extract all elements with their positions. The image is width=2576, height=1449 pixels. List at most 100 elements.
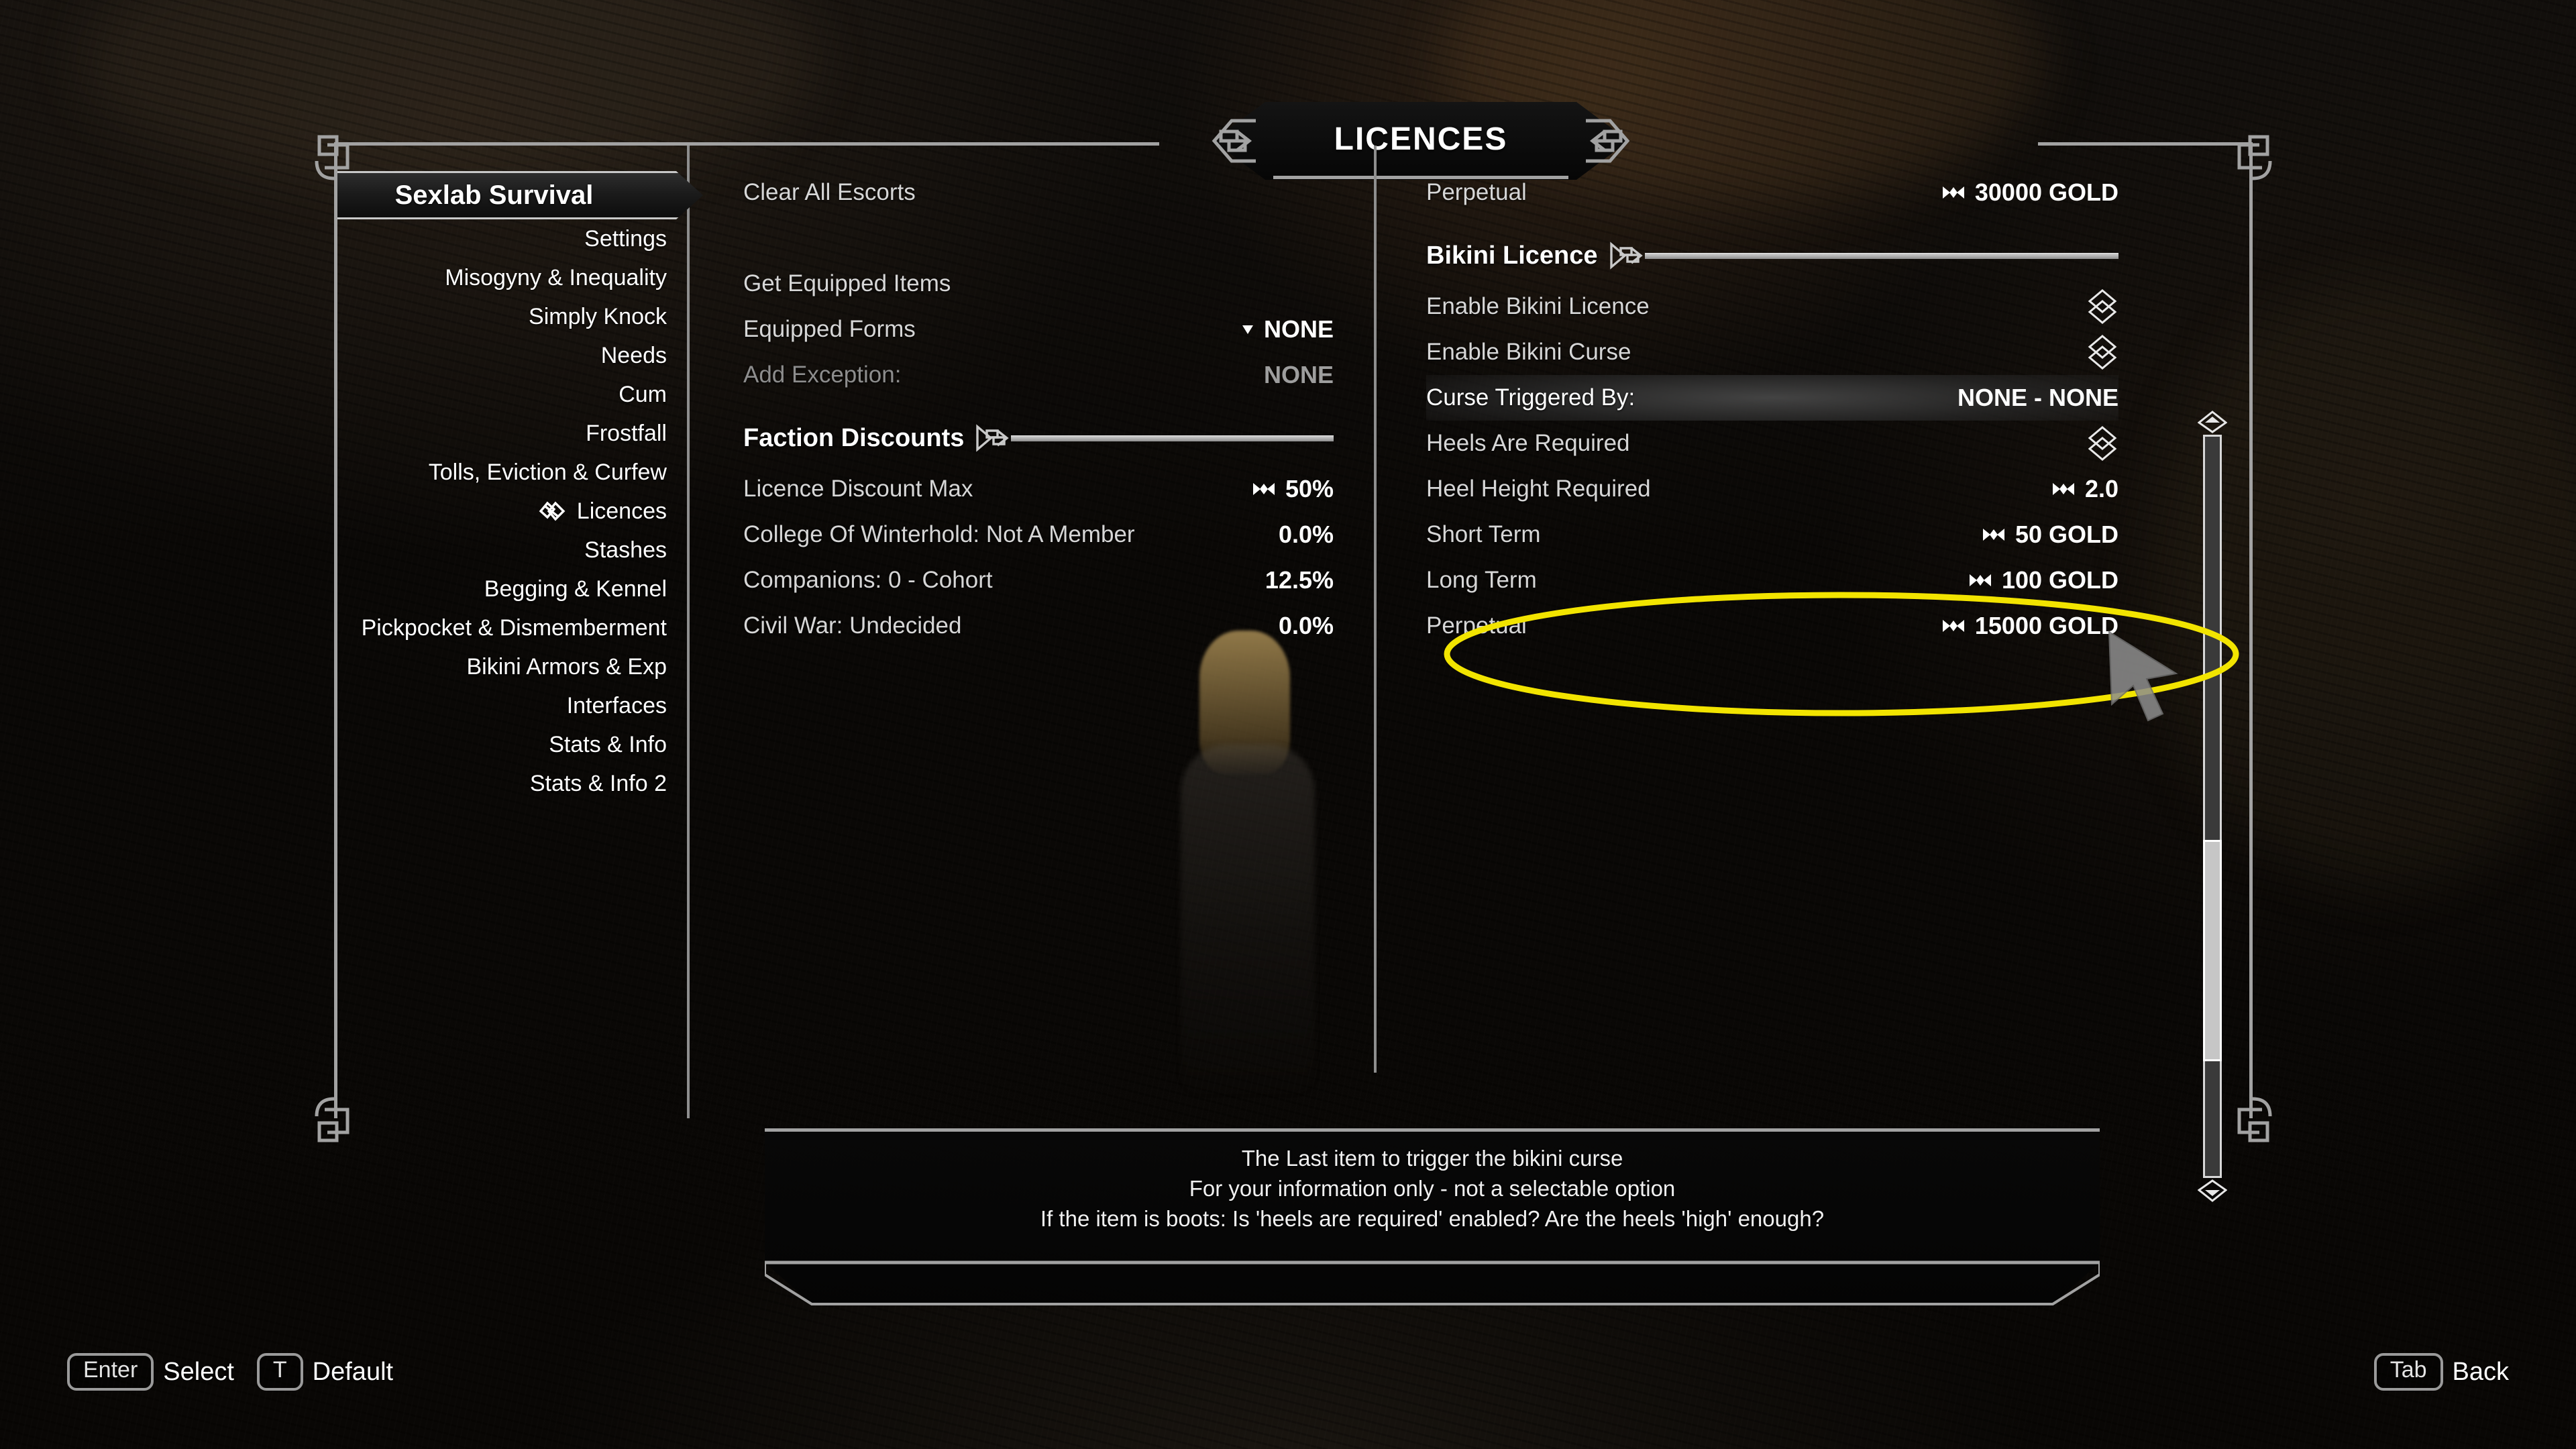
sidebar-item-label: Pickpocket & Dismemberment <box>361 615 667 641</box>
sidebar-item-simply-knock[interactable]: Simply Knock <box>337 297 690 336</box>
option-value: 30000 GOLD <box>1974 178 2118 206</box>
option-label: Add Exception: <box>743 362 902 388</box>
key-hint-default[interactable]: T Default <box>256 1353 394 1391</box>
info-line-1: The Last item to trigger the bikini curs… <box>1241 1146 1623 1171</box>
section-rule <box>975 424 1334 452</box>
option-row-enable-bikini-licence[interactable]: Enable Bikini Licence <box>1426 284 2118 329</box>
option-row-short-term[interactable]: Short Term 50 GOLD <box>1426 512 2118 557</box>
keycap-tab: Tab <box>2373 1353 2443 1391</box>
option-row-long-term[interactable]: Long Term 100 GOLD <box>1426 557 2118 603</box>
key-action-label: Default <box>312 1357 394 1386</box>
option-value: NONE - NONE <box>1957 384 2118 411</box>
option-row-curse-triggered-by[interactable]: Curse Triggered By: NONE - NONE <box>1426 375 2118 421</box>
content-scrollbar[interactable] <box>2198 411 2227 1202</box>
option-value: 0.0% <box>1278 612 1334 639</box>
slider-arrows-icon <box>1982 529 2004 541</box>
checkbox-knot-icon[interactable] <box>2086 288 2118 325</box>
option-value-group: 50% <box>1252 475 1334 503</box>
key-hint-select[interactable]: Enter Select <box>67 1353 234 1391</box>
sidebar-item-label: Needs <box>600 343 667 368</box>
sidebar-item-sexlab-survival[interactable]: Sexlab Survival <box>337 171 703 219</box>
sidebar-item-misogyny-inequality[interactable]: Misogyny & Inequality <box>337 258 690 297</box>
scrollbar-thumb[interactable] <box>2203 840 2222 1061</box>
sidebar-item-label: Stats & Info <box>549 732 667 757</box>
checkbox-knot-icon[interactable] <box>2086 425 2118 462</box>
sidebar-item-frostfall[interactable]: Frostfall <box>337 414 690 453</box>
sidebar-item-label: Licences <box>576 498 667 524</box>
option-label: Civil War: Undecided <box>743 612 962 639</box>
sidebar-item-label: Begging & Kennel <box>484 576 667 602</box>
sidebar-item-bikini-armors-exp[interactable]: Bikini Armors & Exp <box>337 647 690 686</box>
option-row-heels-are-required[interactable]: Heels Are Required <box>1426 421 2118 466</box>
option-label: Perpetual <box>1426 179 1527 205</box>
info-text: The Last item to trigger the bikini curs… <box>765 1128 2100 1313</box>
section-title: Faction Discounts <box>743 423 965 452</box>
chevron-down-icon <box>1242 325 1253 334</box>
option-row-licence-discount-max[interactable]: Licence Discount Max 50% <box>743 466 1334 512</box>
sidebar-item-label: Settings <box>584 226 667 252</box>
option-label: Enable Bikini Curse <box>1426 339 1631 365</box>
sidebar-item-stashes[interactable]: Stashes <box>337 531 690 570</box>
checkbox-knot-icon[interactable] <box>2086 334 2118 370</box>
scrollbar-track[interactable] <box>2203 435 2222 1178</box>
key-hints-right: Tab Back <box>2373 1353 2509 1391</box>
sidebar-item-label: Cum <box>619 382 667 407</box>
knot-icon <box>539 501 566 521</box>
sidebar-item-label: Simply Knock <box>529 304 667 329</box>
info-line-2: For your information only - not a select… <box>1189 1176 1676 1201</box>
option-label: Heel Height Required <box>1426 476 1651 502</box>
key-hints-left: Enter Select T Default <box>67 1353 393 1391</box>
scroll-down-arrow-icon[interactable] <box>2198 1179 2227 1202</box>
option-label: Companions: 0 - Cohort <box>743 567 993 593</box>
option-value: 50 GOLD <box>2015 521 2118 548</box>
option-row-add-exception: Add Exception: NONE <box>743 352 1334 398</box>
key-action-label: Select <box>163 1357 234 1386</box>
option-label: Licence Discount Max <box>743 476 973 502</box>
option-row-perpetual-top[interactable]: Perpetual 30000 GOLD <box>1426 170 2118 215</box>
left-options-column: Clear All Escorts Get Equipped Items Equ… <box>690 170 1374 1118</box>
option-value-group: NONE <box>1241 315 1334 343</box>
sidebar-item-needs[interactable]: Needs <box>337 336 690 375</box>
mcm-frame: LICENCES Sexlab Survival Settings Misogy… <box>315 102 2272 1202</box>
sidebar-item-interfaces[interactable]: Interfaces <box>337 686 690 725</box>
option-row-equipped-forms[interactable]: Equipped Forms NONE <box>743 307 1334 352</box>
option-label: Curse Triggered By: <box>1426 384 1635 411</box>
option-row-get-equipped-items[interactable]: Get Equipped Items <box>743 261 1334 307</box>
option-row-clear-all-escorts[interactable]: Clear All Escorts <box>743 170 1334 215</box>
sidebar-item-stats-info[interactable]: Stats & Info <box>337 725 690 764</box>
sidebar-item-label: Misogyny & Inequality <box>445 265 667 290</box>
option-value: NONE <box>1263 315 1334 343</box>
option-value-group: 30000 GOLD <box>1941 178 2118 207</box>
option-label: Heels Are Required <box>1426 430 1630 456</box>
sidebar-item-stats-info-2[interactable]: Stats & Info 2 <box>337 764 690 803</box>
option-row-enable-bikini-curse[interactable]: Enable Bikini Curse <box>1426 329 2118 375</box>
option-row-civil-war: Civil War: Undecided 0.0% <box>743 603 1334 649</box>
option-label: Short Term <box>1426 521 1541 547</box>
option-row-heel-height-required[interactable]: Heel Height Required 2.0 <box>1426 466 2118 512</box>
slider-arrows-icon <box>2052 483 2074 495</box>
option-row-spacer <box>743 215 1334 261</box>
option-row-perpetual-bottom[interactable]: Perpetual 15000 GOLD <box>1426 603 2118 649</box>
key-action-label: Back <box>2452 1357 2509 1386</box>
sidebar-item-label: Bikini Armors & Exp <box>466 654 667 680</box>
option-value-group <box>2086 334 2118 370</box>
option-value: 2.0 <box>2084 475 2118 502</box>
option-row-companions: Companions: 0 - Cohort 12.5% <box>743 557 1334 603</box>
sidebar-item-label: Interfaces <box>566 693 667 718</box>
section-rule-bar <box>1011 435 1334 441</box>
mcm-content: Clear All Escorts Get Equipped Items Equ… <box>690 146 2249 1118</box>
scroll-up-arrow-icon[interactable] <box>2198 411 2227 433</box>
sidebar-item-tolls-eviction-curfew[interactable]: Tolls, Eviction & Curfew <box>337 453 690 492</box>
key-hint-back[interactable]: Tab Back <box>2373 1353 2509 1391</box>
section-header-faction-discounts: Faction Discounts <box>743 410 1334 466</box>
sidebar-item-label: Stashes <box>584 537 667 563</box>
sidebar-item-label: Frostfall <box>586 421 667 446</box>
sidebar-item-settings[interactable]: Settings <box>337 219 690 258</box>
sidebar-item-pickpocket-dismemberment[interactable]: Pickpocket & Dismemberment <box>337 608 690 647</box>
sidebar-item-begging-kennel[interactable]: Begging & Kennel <box>337 570 690 608</box>
sidebar-item-label: Stats & Info 2 <box>529 771 667 796</box>
sidebar-item-cum[interactable]: Cum <box>337 375 690 414</box>
sidebar-item-licences[interactable]: Licences <box>337 492 690 531</box>
option-label: College Of Winterhold: Not A Member <box>743 521 1135 547</box>
section-arrow-knot-icon <box>1609 241 1643 270</box>
